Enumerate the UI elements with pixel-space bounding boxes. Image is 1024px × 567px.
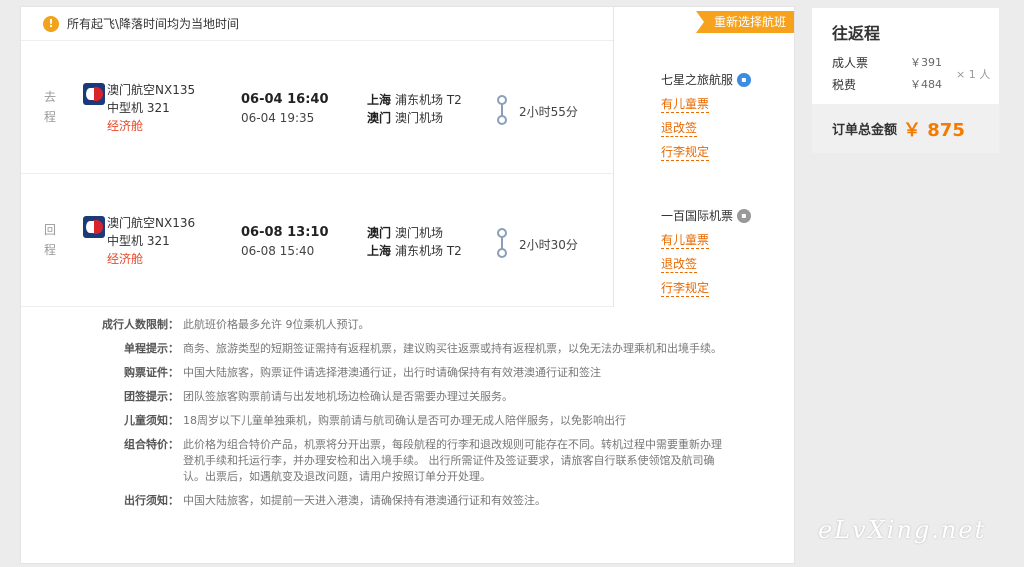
rule-item: 单程提示： 商务、旅游类型的短期签证需持有返程机票，建议购买往返票或持有返程机票，… [21,341,794,357]
cabin-class: 经济舱 [107,252,144,266]
aircraft-type: 中型机 321 [107,101,170,115]
child-ticket-link[interactable]: 有儿童票 [661,96,710,113]
rule-label: 购票证件： [124,366,179,379]
flight-detail-panel: ! 所有起飞\降落时间均为当地时间 重新选择航班 去程 澳门航空NX135 中型… [20,6,795,564]
rule-item: 成行人数限制： 此航班价格最多允许 9位乘机人预订。 [21,317,794,333]
airline-logo-icon [83,216,105,238]
airline-logo-icon [83,83,105,105]
refund-change-link[interactable]: 退改签 [661,120,698,137]
vendor-name[interactable]: 一百国际机票 ▪ [661,207,801,224]
departure-time: 06-08 13:10 [241,225,329,240]
segment-tag: 回程 [43,223,56,257]
rule-text: 中国大陆旅客，如提前一天进入港澳，请确保持有港澳通行证和有效签注。 [183,494,546,507]
flight-number: 澳门航空NX135 [107,83,196,97]
tax-label: 税费 [832,78,857,92]
child-ticket-link[interactable]: 有儿童票 [661,232,710,249]
departure-airport: 澳门机场 [395,226,444,240]
order-total: 订单总金额 ￥ 875 [812,104,999,153]
rule-text: 此航班价格最多允许 9位乘机人预订。 [183,318,370,331]
rule-item: 组合特价： 此价格为组合特价产品，机票将分开出票，每段航程的行李和退改规则可能存在… [21,437,794,485]
rule-text: 18周岁以下儿童单独乘机，购票前请与航司确认是否可办理无成人陪伴服务，以免影响出… [183,414,626,427]
baggage-rules-link[interactable]: 行李规定 [661,280,710,297]
adult-fare-label: 成人票 [832,56,869,70]
rule-item: 购票证件： 中国大陆旅客，购票证件请选择港澳通行证，出行时请确保持有有效港澳通行证… [21,365,794,381]
arrival-city: 澳门 [367,111,392,125]
vendor-badge-icon: ▪ [737,208,752,223]
departure-city: 澳门 [367,226,392,240]
rule-label: 单程提示： [124,342,179,355]
vendor-label[interactable]: 七星之旅航服 [661,71,733,88]
return-segment: 回程 澳门航空NX136 中型机 321 经济舱 06-08 13:10 06-… [21,174,613,307]
vendor-label[interactable]: 一百国际机票 [661,207,733,224]
adult-fare-price: ￥391 [910,56,942,69]
rule-item: 出行须知： 中国大陆旅客，如提前一天进入港澳，请确保持有港澳通行证和有效签注。 [21,493,794,509]
flight-times: 06-04 16:40 06-04 19:35 [241,91,328,127]
arrival-airport: 澳门机场 [395,111,444,125]
total-label: 订单总金额 [832,123,898,138]
flight-number: 澳门航空NX136 [107,216,196,230]
arrival-city: 上海 [367,244,392,258]
aircraft-type: 中型机 321 [107,234,170,248]
arrival-airport: 浦东机场 T2 [395,244,462,258]
airports: 上海 浦东机场 T2 澳门 澳门机场 [367,91,462,127]
baggage-rules-link[interactable]: 行李规定 [661,144,710,161]
time-notice: ! 所有起飞\降落时间均为当地时间 [21,7,613,41]
cabin-class: 经济舱 [107,119,144,133]
divider [613,7,614,307]
departure-time: 06-04 16:40 [241,92,329,107]
rule-text: 商务、旅游类型的短期签证需持有返程机票，建议购买往返票或持有返程机票，以免无法办… [183,342,722,355]
flight-times: 06-08 13:10 06-08 15:40 [241,224,328,260]
flight-info: 澳门航空NX136 中型机 321 经济舱 [107,214,195,268]
rule-text: 团队签旅客购票前请与出发地机场边检确认是否需要办理过关服务。 [183,390,513,403]
departure-city: 上海 [367,93,392,107]
rule-item: 儿童须知： 18周岁以下儿童单独乘机，购票前请与航司确认是否可办理无成人陪伴服务，… [21,413,794,429]
notice-text: 所有起飞\降落时间均为当地时间 [67,17,240,31]
rule-text: 中国大陆旅客，购票证件请选择港澳通行证，出行时请确保持有有效港澳通行证和签注 [183,366,601,379]
tax-price: ￥484 [910,78,942,91]
vendor-name[interactable]: 七星之旅航服 ▪ [661,71,801,88]
departure-airport: 浦东机场 T2 [395,93,462,107]
flight-duration: 2小时30分 [519,238,578,252]
warning-icon: ! [43,15,59,32]
return-ticket-options: 一百国际机票 ▪ 有儿童票 退改签 行李规定 [661,207,801,304]
arrival-time: 06-04 19:35 [241,111,315,125]
booking-rules: 成行人数限制： 此航班价格最多允许 9位乘机人预订。 单程提示： 商务、旅游类型的短… [21,309,794,517]
outbound-segment: 去程 澳门航空NX135 中型机 321 经济舱 06-04 16:40 06-… [21,41,613,174]
refund-change-link[interactable]: 退改签 [661,256,698,273]
rule-label: 出行须知： [124,494,179,507]
arrival-time: 06-08 15:40 [241,244,315,258]
airports: 澳门 澳门机场 上海 浦东机场 T2 [367,224,462,260]
passenger-multiplier: × 1 人 [956,68,991,81]
vendor-badge-icon: ▪ [737,72,752,87]
flight-info: 澳门航空NX135 中型机 321 经济舱 [107,81,195,135]
rule-label: 组合特价： [124,438,179,451]
outbound-ticket-options: 七星之旅航服 ▪ 有儿童票 退改签 行李规定 [661,71,801,168]
route-icon [497,228,507,258]
rule-item: 团签提示： 团队签旅客购票前请与出发地机场边检确认是否需要办理过关服务。 [21,389,794,405]
price-summary: 往返程 成人票 ￥391 税费 ￥484 × 1 人 订单总金额 ￥ 875 [812,8,999,153]
reselect-flight-button[interactable]: 重新选择航班 [695,11,794,33]
flight-duration: 2小时55分 [519,105,578,119]
rule-label: 儿童须知： [124,414,179,427]
segment-tag: 去程 [43,90,56,124]
total-amount: ￥ 875 [903,119,965,141]
rule-text: 此价格为组合特价产品，机票将分开出票，每段航程的行李和退改规则可能存在不同。转机… [183,438,722,483]
rule-label: 成行人数限制： [102,318,179,331]
watermark: eLvXing.net [818,516,987,544]
route-icon [497,95,507,125]
rule-label: 团签提示： [124,390,179,403]
summary-title: 往返程 [832,24,881,43]
